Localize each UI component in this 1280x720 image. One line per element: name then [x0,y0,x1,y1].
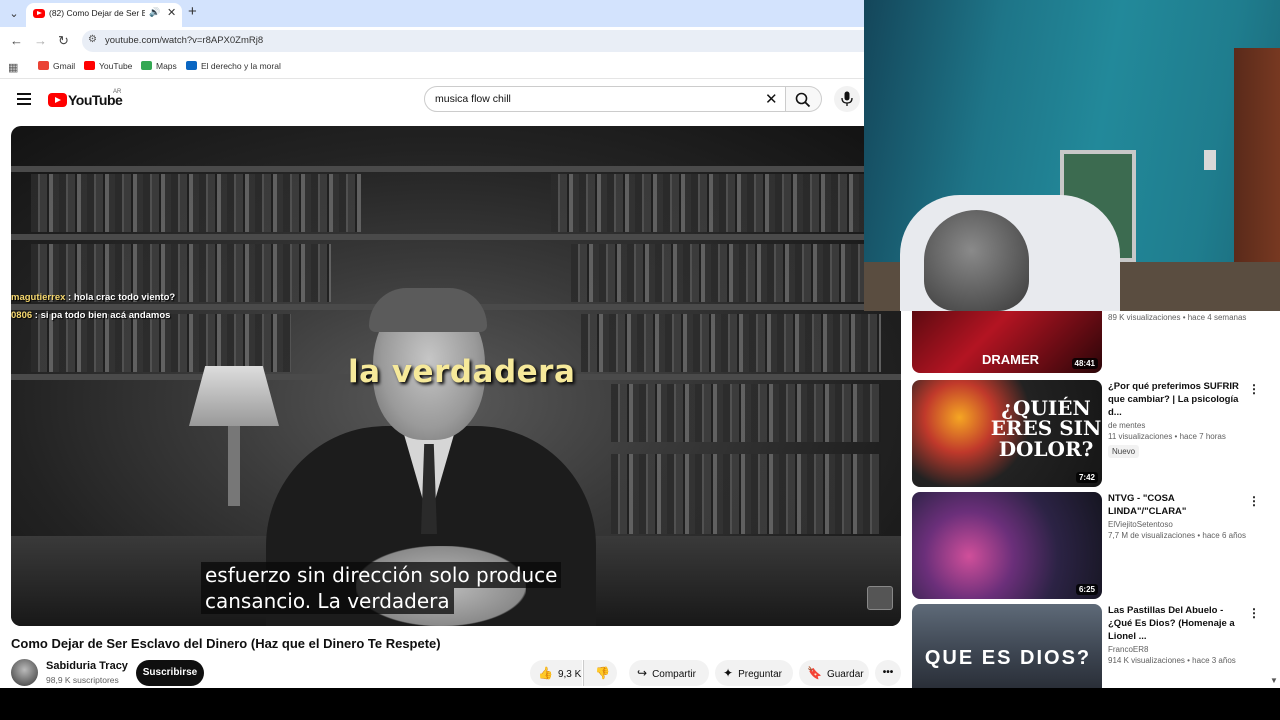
chat-message: 0806 : si pa todo bien acá andamos [11,310,171,321]
gmail-icon [38,61,49,70]
search-input[interactable]: musica flow chill ✕ [424,86,786,112]
subtitles: esfuerzo sin dirección solo produce cans… [201,562,562,614]
bookshelf [551,174,881,232]
like-button[interactable]: 👍 9,3 K [530,660,582,686]
tab-title: (82) Como Dejar de Ser Esclavo del Diner… [49,8,145,18]
forward-icon[interactable]: → [34,33,47,48]
video-thumbnail[interactable]: ¿QUIÉN ERES SIN DOLOR? 7:42 [912,380,1102,487]
bookmark-derecho[interactable]: El derecho y la moral [186,61,281,71]
bookshelf [31,314,291,372]
more-options-icon[interactable]: ⋮ [1248,494,1260,508]
video-title[interactable]: NTVG - "COSA LINDA"/"CLARA" [1108,492,1248,518]
reload-icon[interactable]: ↻ [58,33,69,49]
mouse-cursor [850,636,864,651]
youtube-favicon-icon [33,9,45,18]
streamer [924,210,1029,311]
duration-badge: 6:25 [1075,584,1098,595]
chat-message: magutierrex : hola crac todo viento? [11,292,176,303]
bookmark-icon: 🔖 [807,666,822,680]
bookmarks-bar: ▦ Gmail YouTube Maps El derecho y la mor… [0,55,864,79]
video-title[interactable]: ¿Por qué preferimos SUFRIR que cambiar? … [1108,380,1248,419]
youtube-icon [84,61,95,70]
thumbs-up-icon: 👍 [538,666,553,680]
subtitle-line: cansancio. La verdadera [201,588,454,614]
duration-badge: 48:41 [1071,358,1098,369]
search-icon [795,92,811,108]
video-thumbnail[interactable]: DRAMER 48:41 [912,307,1102,373]
subscribe-button[interactable]: Suscribirse [136,660,204,686]
new-tab-icon[interactable]: + [188,3,197,20]
speaker-icon[interactable]: 🔊 [149,7,160,18]
thumbs-down-icon: 👎 [595,666,610,680]
address-bar-row: ← → ↻ ⚙ youtube.com/watch?v=r8APX0ZmRj8 [0,27,864,55]
bookmark-youtube[interactable]: YouTube [84,61,132,71]
screen: ⌄ (82) Como Dejar de Ser Esclavo del Din… [0,0,1280,720]
video-title[interactable]: Las Pastillas Del Abuelo - ¿Qué Es Dios?… [1108,604,1248,643]
microphone-icon [841,91,853,106]
search-button[interactable] [786,86,822,112]
new-badge: Nuevo [1108,445,1140,458]
bookshelf [581,314,881,372]
bookshelf [611,384,881,442]
apps-grid-icon[interactable]: ▦ [8,61,18,74]
video-meta: 7,7 M de visualizaciones • hace 6 años [1108,531,1246,540]
close-tab-icon[interactable]: ✕ [167,6,176,19]
browser-tab-bar: ⌄ (82) Como Dejar de Ser Esclavo del Din… [0,0,864,27]
more-options-icon[interactable]: ⋮ [1248,606,1260,620]
channel-name[interactable]: Sabiduria Tracy [46,660,128,672]
tab-search-icon[interactable]: ⌄ [6,6,22,22]
clear-search-icon[interactable]: ✕ [765,90,778,108]
back-icon[interactable]: ← [10,33,23,48]
subscriber-count: 98,9 K suscriptores [46,675,119,685]
video-thumbnail[interactable]: QUE ES DIOS? [912,604,1102,688]
url-field[interactable]: ⚙ youtube.com/watch?v=r8APX0ZmRj8 [82,30,864,52]
video-meta: 89 K visualizaciones • hace 4 semanas [1108,313,1247,322]
video-meta: 914 K visualizaciones • hace 3 años [1108,656,1236,665]
webcam-overlay [864,0,1280,311]
video-meta: 11 visualizaciones • hace 7 horas [1108,432,1226,441]
duration-badge: 7:42 [1075,472,1098,483]
more-options-icon[interactable]: ⋮ [1248,382,1260,396]
region-code: AR [113,89,122,95]
share-button[interactable]: ↪ Compartir [629,660,709,686]
channel-name[interactable]: FrancoER8 [1108,645,1248,654]
more-actions-button[interactable]: ••• [875,660,901,686]
youtube-header: YouTube AR musica flow chill ✕ [0,80,864,122]
video-thumbnail[interactable]: 6:25 [912,492,1102,599]
youtube-logo[interactable]: YouTube AR [48,89,123,110]
linkedin-icon [186,61,197,70]
subtitle-line: esfuerzo sin dirección solo produce [201,562,562,588]
dislike-button[interactable]: 👎 [583,660,617,686]
bookmark-maps[interactable]: Maps [141,61,177,71]
more-icon: ••• [882,667,894,678]
maps-icon [141,61,152,70]
url-text: youtube.com/watch?v=r8APX0ZmRj8 [105,35,264,46]
channel-watermark[interactable] [867,586,893,610]
voice-search-button[interactable] [834,86,860,112]
video-player[interactable]: magutierrex : hola crac todo viento? 080… [11,126,901,626]
sparkle-icon: ✦ [723,666,734,680]
share-icon: ↪ [637,666,648,680]
video-overlay-text: la verdadera [348,354,576,390]
ask-button[interactable]: ✦ Preguntar [715,660,793,686]
save-button[interactable]: 🔖 Guardar [799,660,869,686]
bookshelf [571,244,881,302]
site-info-icon[interactable]: ⚙ [88,34,97,45]
channel-name[interactable]: de mentes [1108,421,1248,430]
taskbar-area [0,688,1280,720]
bookmark-gmail[interactable]: Gmail [38,61,75,71]
search-query: musica flow chill [435,93,511,105]
channel-avatar[interactable] [11,659,38,686]
bookshelf [31,174,361,232]
browser-tab[interactable]: (82) Como Dejar de Ser Esclavo del Diner… [26,3,182,27]
video-title: Como Dejar de Ser Esclavo del Dinero (Ha… [11,636,441,651]
scroll-down-arrow[interactable]: ▼ [1270,676,1278,685]
youtube-play-icon [48,93,67,107]
channel-name[interactable]: ElViejitoSetentoso [1108,520,1248,529]
menu-icon[interactable] [17,93,31,108]
bookshelf [611,454,881,534]
